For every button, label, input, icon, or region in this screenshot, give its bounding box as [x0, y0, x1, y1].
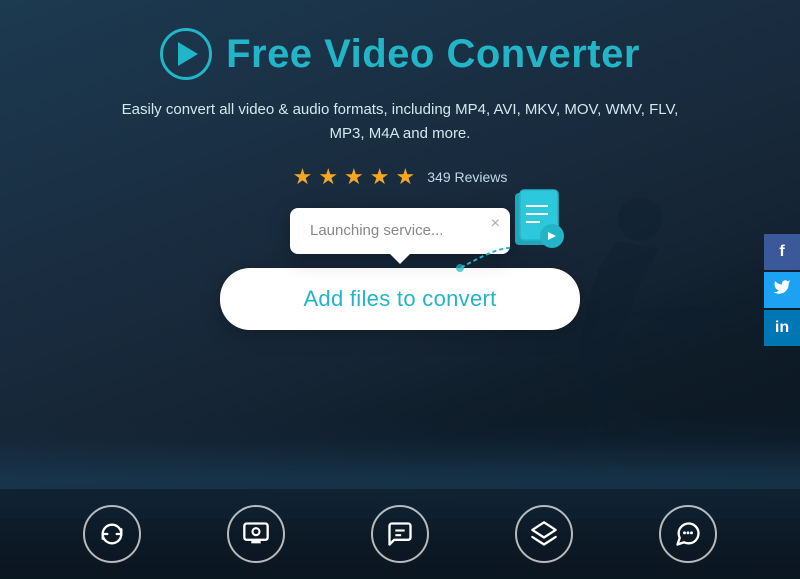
app-title: Free Video Converter	[226, 32, 640, 77]
linkedin-icon: in	[775, 319, 789, 337]
layers-button[interactable]	[515, 505, 573, 563]
facebook-button[interactable]: f	[764, 234, 800, 270]
facebook-icon: f	[779, 243, 784, 261]
reviews-count: 349 Reviews	[427, 169, 507, 185]
linkedin-button[interactable]: in	[764, 310, 800, 346]
twitter-button[interactable]	[764, 272, 800, 308]
twitter-icon	[773, 278, 791, 301]
title-row: Free Video Converter	[160, 28, 640, 80]
social-sidebar: f in	[764, 234, 800, 346]
app-logo	[160, 28, 212, 80]
screen-button[interactable]	[227, 505, 285, 563]
star-5: ★	[396, 164, 416, 190]
star-1: ★	[293, 164, 313, 190]
star-3: ★	[344, 164, 364, 190]
star-4: ★	[370, 164, 390, 190]
tooltip-text: Launching service...	[310, 222, 443, 239]
tooltip-close-button[interactable]: ×	[491, 216, 500, 232]
file-icon-float	[510, 188, 570, 263]
add-files-button[interactable]: Add files to convert	[220, 268, 580, 330]
chat-button[interactable]	[371, 505, 429, 563]
support-button[interactable]	[659, 505, 717, 563]
convert-button[interactable]	[83, 505, 141, 563]
star-2: ★	[318, 164, 338, 190]
stars-row: ★ ★ ★ ★ ★ 349 Reviews	[293, 164, 508, 190]
tooltip-wrapper: Launching service... ×	[290, 208, 510, 254]
app-subtitle: Easily convert all video & audio formats…	[120, 98, 680, 146]
bottom-toolbar	[0, 489, 800, 579]
